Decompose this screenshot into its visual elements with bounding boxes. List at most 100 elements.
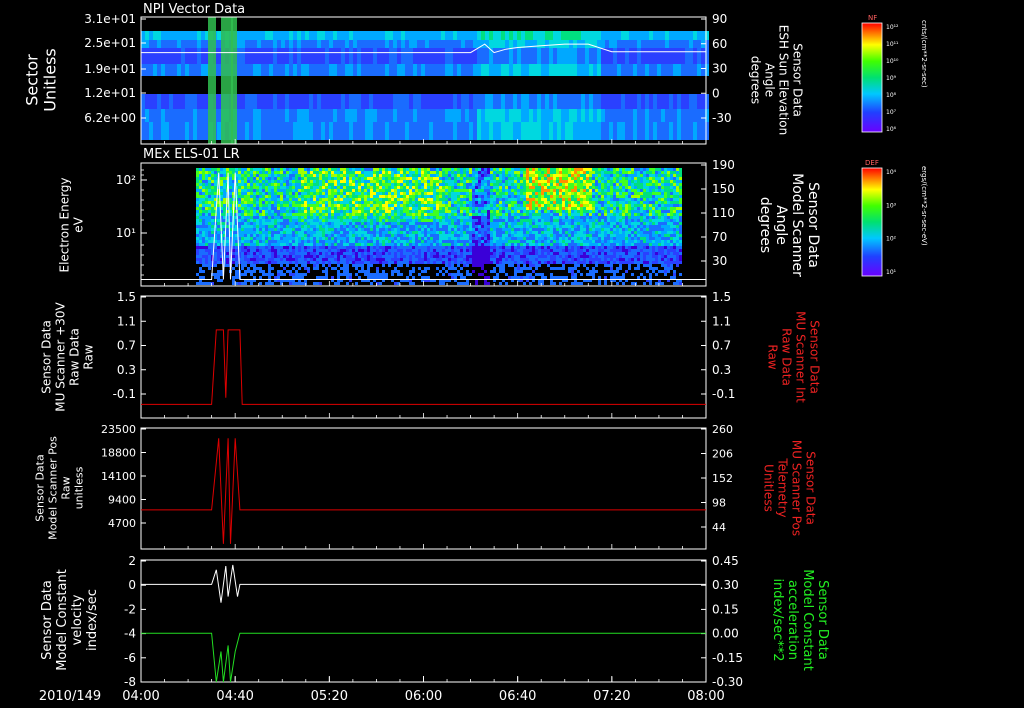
els-cell <box>430 210 433 213</box>
els-cell <box>496 273 499 276</box>
els-cell <box>439 228 442 231</box>
npi-cell <box>165 31 169 40</box>
els-cell <box>244 240 247 243</box>
els-cell <box>244 252 247 255</box>
npi-cell <box>545 64 549 76</box>
els-cell <box>526 207 529 210</box>
npi-cell <box>253 94 257 109</box>
npi-cell <box>453 122 457 140</box>
els-cell <box>460 252 463 255</box>
els-cell <box>526 210 529 213</box>
els-cell <box>439 195 442 198</box>
els-cell <box>466 231 469 234</box>
els-cell <box>268 198 271 201</box>
els-cell <box>424 228 427 231</box>
els-cell <box>316 171 319 174</box>
els-cell <box>346 222 349 225</box>
axis-label-line: ESH Sun Elevation <box>777 25 791 135</box>
els-cell <box>205 219 208 222</box>
npi-cell <box>497 122 501 140</box>
els-cell <box>442 240 445 243</box>
els-cell <box>232 267 235 270</box>
els-cell <box>295 243 298 246</box>
els-cell <box>337 198 340 201</box>
els-cell <box>520 168 523 171</box>
els-cell <box>250 219 253 222</box>
els-cell <box>274 186 277 189</box>
els-cell <box>334 261 337 264</box>
els-cell <box>253 249 256 252</box>
npi-cell <box>397 31 401 40</box>
els-cell <box>517 237 520 240</box>
els-cell <box>250 231 253 234</box>
npi-cell <box>601 122 605 140</box>
els-cell <box>529 225 532 228</box>
els-cell <box>361 231 364 234</box>
npi-cell <box>193 64 197 76</box>
els-cell <box>205 168 208 171</box>
npi-cell <box>161 64 165 76</box>
els-cell <box>274 174 277 177</box>
els-cell <box>316 240 319 243</box>
npi-cell <box>329 122 333 140</box>
els-cell <box>514 216 517 219</box>
els-cell <box>268 240 271 243</box>
els-cell <box>445 222 448 225</box>
els-cell <box>247 222 250 225</box>
els-cell <box>343 237 346 240</box>
npi-cell <box>609 64 613 76</box>
npi-cell <box>429 94 433 109</box>
els-cell <box>310 258 313 261</box>
els-cell <box>247 213 250 216</box>
els-cell <box>481 186 484 189</box>
els-cell <box>454 168 457 171</box>
els-cell <box>424 261 427 264</box>
els-cell <box>490 207 493 210</box>
npi-cell <box>429 122 433 140</box>
els-cell <box>502 222 505 225</box>
els-cell <box>241 255 244 258</box>
els-cell <box>355 273 358 276</box>
els-cell <box>199 240 202 243</box>
els-cell <box>427 267 430 270</box>
els-cell <box>523 192 526 195</box>
els-cell <box>355 264 358 267</box>
els-cell <box>241 210 244 213</box>
els-cell <box>340 228 343 231</box>
els-cell <box>400 186 403 189</box>
els-cell <box>454 177 457 180</box>
els-cell <box>304 255 307 258</box>
npi-cell <box>353 31 357 40</box>
els-cell <box>292 204 295 207</box>
els-cell <box>202 243 205 246</box>
els-cell <box>394 240 397 243</box>
npi-cell <box>141 109 145 122</box>
els-cell <box>313 264 316 267</box>
els-cell <box>490 201 493 204</box>
els-cell <box>340 180 343 183</box>
els-cell <box>436 219 439 222</box>
npi-cell <box>385 122 389 140</box>
els-cell <box>292 198 295 201</box>
els-cell <box>505 243 508 246</box>
npi-cell <box>557 94 561 109</box>
npi-cell <box>509 48 513 64</box>
els-cell <box>361 201 364 204</box>
els-cell <box>277 183 280 186</box>
els-cell <box>415 204 418 207</box>
els-cell <box>244 270 247 273</box>
els-cell <box>235 261 238 264</box>
els-cell <box>478 252 481 255</box>
els-cell <box>385 261 388 264</box>
els-cell <box>244 177 247 180</box>
els-cell <box>490 228 493 231</box>
els-cell <box>397 246 400 249</box>
els-cell <box>481 213 484 216</box>
els-cell <box>268 237 271 240</box>
els-cell <box>310 237 313 240</box>
els-cell <box>277 222 280 225</box>
els-cell <box>475 255 478 258</box>
els-cell <box>262 228 265 231</box>
els-cell <box>361 192 364 195</box>
els-cell <box>202 168 205 171</box>
